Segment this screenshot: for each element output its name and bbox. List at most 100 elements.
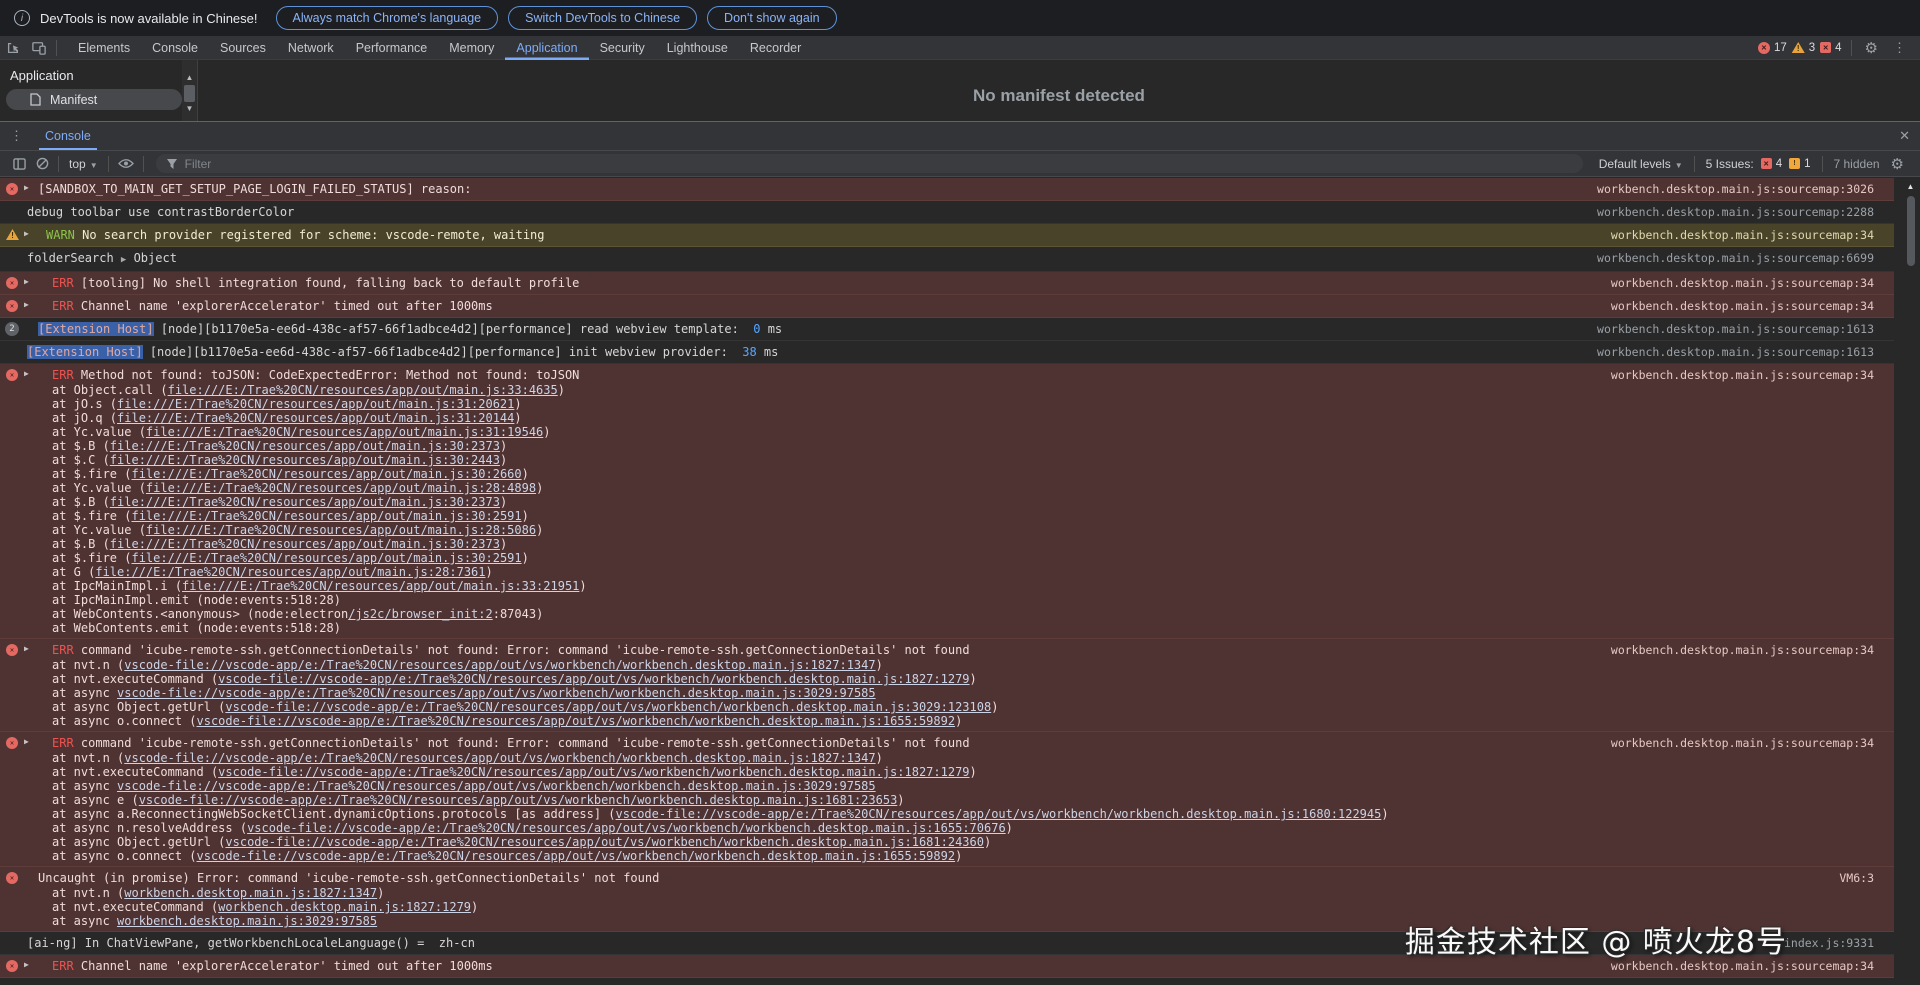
tab-application[interactable]: Application — [505, 36, 588, 60]
tab-console[interactable]: Console — [141, 36, 209, 60]
source-location[interactable]: workbench.desktop.main.js:sourcemap:1613 — [1597, 322, 1874, 336]
console-settings-gear-icon[interactable]: ⚙ — [1887, 155, 1908, 173]
file-link[interactable]: file:///E:/Trae%20CN/resources/app/out/m… — [131, 551, 521, 565]
file-link[interactable]: workbench.desktop.main.js:3029:97585 — [117, 914, 377, 928]
scrollbar-thumb[interactable] — [1907, 196, 1915, 266]
sidebar-item-manifest[interactable]: Manifest — [6, 89, 182, 110]
issues-label[interactable]: 5 Issues: — [1706, 157, 1754, 171]
file-link[interactable]: vscode-file://vscode-app/e:/Trae%20CN/re… — [225, 700, 991, 714]
console-prompt[interactable]: > — [0, 978, 1894, 985]
file-link[interactable]: file:///E:/Trae%20CN/resources/app/out/m… — [95, 565, 485, 579]
file-link[interactable]: file:///E:/Trae%20CN/resources/app/out/m… — [110, 453, 500, 467]
source-location[interactable]: workbench.desktop.main.js:sourcemap:34 — [1611, 228, 1874, 242]
file-link[interactable]: vscode-file://vscode-app/e:/Trae%20CN/re… — [616, 807, 1382, 821]
issues-count[interactable]: ✕4 — [1820, 42, 1841, 54]
file-link[interactable]: vscode-file://vscode-app/e:/Trae%20CN/re… — [124, 658, 875, 672]
sidebar-scrollbar[interactable]: ▲ ▼ — [182, 60, 197, 121]
expand-arrow-icon[interactable]: ▶ — [24, 300, 29, 309]
expand-arrow-icon[interactable]: ▶ — [24, 277, 29, 286]
hidden-messages-label[interactable]: 7 hidden — [1834, 157, 1880, 171]
file-link[interactable]: vscode-file://vscode-app/e:/Trae%20CN/re… — [197, 714, 956, 728]
file-link[interactable]: vscode-file://vscode-app/e:/Trae%20CN/re… — [117, 779, 876, 793]
context-selector[interactable]: top▼ — [63, 157, 104, 171]
file-link[interactable]: file:///E:/Trae%20CN/resources/app/out/m… — [110, 439, 500, 453]
file-link[interactable]: workbench.desktop.main.js:1827:1347 — [124, 886, 377, 900]
close-icon[interactable]: ✕ — [1899, 128, 1910, 144]
settings-gear-icon[interactable]: ⚙ — [1861, 39, 1882, 57]
clear-console-icon[interactable] — [31, 157, 54, 170]
file-link[interactable]: vscode-file://vscode-app/e:/Trae%20CN/re… — [225, 835, 984, 849]
tab-elements[interactable]: Elements — [67, 36, 141, 60]
file-link[interactable]: file:///E:/Trae%20CN/resources/app/out/m… — [131, 509, 521, 523]
file-link[interactable]: file:///E:/Trae%20CN/resources/app/out/m… — [182, 579, 579, 593]
file-link[interactable]: vscode-file://vscode-app/e:/Trae%20CN/re… — [247, 821, 1006, 835]
source-location[interactable]: VM6:3 — [1839, 871, 1874, 885]
always-match-language-button[interactable]: Always match Chrome's language — [276, 6, 499, 30]
file-link[interactable]: /js2c/browser_init:2 — [348, 607, 493, 621]
file-link[interactable]: file:///E:/Trae%20CN/resources/app/out/m… — [117, 397, 514, 411]
source-location[interactable]: workbench.desktop.main.js:sourcemap:34 — [1611, 299, 1874, 313]
source-location[interactable]: workbench.desktop.main.js:sourcemap:34 — [1611, 736, 1874, 750]
file-link[interactable]: vscode-file://vscode-app/e:/Trae%20CN/re… — [139, 793, 898, 807]
tab-network[interactable]: Network — [277, 36, 345, 60]
expand-arrow-icon[interactable]: ▶ — [24, 369, 29, 378]
tab-memory[interactable]: Memory — [438, 36, 505, 60]
switch-devtools-chinese-button[interactable]: Switch DevTools to Chinese — [508, 6, 697, 30]
text-segment: No search provider registered for scheme… — [75, 228, 545, 242]
file-link[interactable]: file:///E:/Trae%20CN/resources/app/out/m… — [131, 467, 521, 481]
file-link[interactable]: workbench.desktop.main.js:1827:1279 — [218, 900, 471, 914]
expand-arrow-icon[interactable]: ▶ — [24, 737, 29, 746]
file-link[interactable]: vscode-file://vscode-app/e:/Trae%20CN/re… — [218, 672, 969, 686]
source-location[interactable]: workbench.desktop.main.js:sourcemap:34 — [1611, 276, 1874, 290]
dont-show-again-button[interactable]: Don't show again — [707, 6, 837, 30]
file-link[interactable]: file:///E:/Trae%20CN/resources/app/out/m… — [110, 495, 500, 509]
tab-sources[interactable]: Sources — [209, 36, 277, 60]
live-expression-eye-icon[interactable] — [113, 158, 139, 169]
expand-arrow-icon[interactable]: ▶ — [24, 183, 29, 192]
scroll-up-icon[interactable]: ▲ — [1907, 182, 1915, 191]
tab-security[interactable]: Security — [589, 36, 656, 60]
device-toolbar-icon[interactable] — [26, 41, 52, 55]
tab-performance[interactable]: Performance — [345, 36, 439, 60]
file-link[interactable]: file:///E:/Trae%20CN/resources/app/out/m… — [146, 481, 536, 495]
error-count[interactable]: ✕17 — [1758, 42, 1787, 54]
file-link[interactable]: vscode-file://vscode-app/e:/Trae%20CN/re… — [218, 765, 969, 779]
source-location[interactable]: workbench.desktop.main.js:sourcemap:2288 — [1597, 205, 1874, 219]
scrollbar-thumb[interactable] — [184, 85, 195, 102]
expand-arrow-icon[interactable]: ▶ — [24, 229, 29, 238]
filter-field[interactable] — [156, 154, 1583, 173]
more-options-icon[interactable]: ⋮ — [1887, 40, 1912, 56]
tab-recorder[interactable]: Recorder — [739, 36, 812, 60]
scroll-down-icon[interactable]: ▼ — [186, 104, 194, 114]
default-levels-dropdown[interactable]: Default levels▼ — [1599, 157, 1683, 171]
file-link[interactable]: file:///E:/Trae%20CN/resources/app/out/m… — [117, 411, 514, 425]
tab-console-drawer[interactable]: Console — [33, 122, 103, 150]
source-location[interactable]: workbench.desktop.main.js:sourcemap:6699 — [1597, 251, 1874, 265]
source-location[interactable]: workbench.desktop.main.js:sourcemap:34 — [1611, 368, 1874, 382]
source-location[interactable]: workbench.desktop.main.js:sourcemap:3026 — [1597, 182, 1874, 196]
file-link[interactable]: vscode-file://vscode-app/e:/Trae%20CN/re… — [117, 686, 876, 700]
file-link[interactable]: file:///E:/Trae%20CN/resources/app/out/m… — [146, 425, 543, 439]
console-sidebar-toggle-icon[interactable] — [8, 158, 31, 170]
file-link[interactable]: file:///E:/Trae%20CN/resources/app/out/m… — [110, 537, 500, 551]
tab-lighthouse[interactable]: Lighthouse — [656, 36, 739, 60]
source-location[interactable]: index.js:9331 — [1784, 936, 1874, 950]
console-scrollbar[interactable]: ▲ — [1904, 182, 1917, 266]
scroll-up-icon[interactable]: ▲ — [186, 73, 194, 83]
source-location[interactable]: workbench.desktop.main.js:sourcemap:34 — [1611, 959, 1874, 973]
source-location[interactable]: workbench.desktop.main.js:sourcemap:34 — [1611, 643, 1874, 657]
file-link[interactable]: file:///E:/Trae%20CN/resources/app/out/m… — [168, 383, 558, 397]
issues-error-count[interactable]: ✕4 — [1761, 158, 1782, 170]
file-link[interactable]: vscode-file://vscode-app/e:/Trae%20CN/re… — [124, 751, 875, 765]
issues-warning-count[interactable]: !1 — [1789, 158, 1810, 170]
warning-count[interactable]: !3 — [1792, 42, 1815, 54]
file-link[interactable]: file:///E:/Trae%20CN/resources/app/out/m… — [146, 523, 536, 537]
expand-arrow-icon[interactable]: ▶ — [24, 960, 29, 969]
file-link[interactable]: vscode-file://vscode-app/e:/Trae%20CN/re… — [197, 849, 956, 863]
inspect-element-icon[interactable] — [0, 41, 26, 55]
expand-arrow-icon[interactable]: ▶ — [24, 644, 29, 653]
filter-input[interactable] — [185, 157, 1573, 171]
text-segment: at $.B ( — [52, 495, 110, 509]
source-location[interactable]: workbench.desktop.main.js:sourcemap:1613 — [1597, 345, 1874, 359]
drawer-menu-icon[interactable]: ⋮ — [0, 128, 33, 144]
